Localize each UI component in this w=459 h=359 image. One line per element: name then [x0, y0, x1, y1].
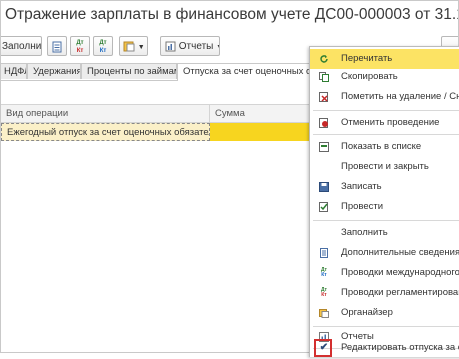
intl-entries-icon: Дт Кт — [320, 267, 327, 278]
tab-deductions[interactable]: Удержания — [27, 63, 81, 79]
chevron-down-icon: ▼ — [137, 44, 145, 51]
dtkt-reg-button[interactable]: Дт Кт — [70, 36, 90, 56]
menu-item-reg-entries[interactable]: ДтКт Проводки регламентированного учета — [310, 283, 459, 303]
menu-item-intl-entries[interactable]: ДтКт Проводки международного учета — [310, 263, 459, 283]
operation-cell[interactable]: Ежегодный отпуск за счет оценочных обяза… — [1, 123, 210, 141]
menu-item-fill[interactable]: Заполнить — [310, 223, 459, 243]
menu-item-post-and-close[interactable]: Провести и закрыть — [310, 157, 459, 177]
tab-vacation-reserves[interactable]: Отпуска за счет оценочных обязательств — [177, 63, 317, 81]
menu-separator — [313, 134, 459, 135]
column-header-operation[interactable]: Вид операции — [1, 105, 210, 122]
menu-item-copy[interactable]: Скопировать — [310, 67, 459, 87]
menu-item-save[interactable]: Записать — [310, 177, 459, 197]
menu-item-post[interactable]: Провести — [310, 197, 459, 217]
column-header-amount[interactable]: Сумма — [210, 105, 310, 122]
reports-label: Отчеты — [178, 41, 214, 52]
chevron-down-icon: ▼ — [216, 44, 219, 51]
checkmark-icon: ✔ — [319, 342, 329, 353]
tab-ndfl[interactable]: НДФЛ (4) — [1, 63, 27, 79]
menu-item-reread[interactable]: Перечитать — [310, 49, 459, 69]
organizer-dropdown-button[interactable]: ▼ — [119, 36, 148, 56]
menu-separator — [313, 220, 459, 221]
organizer-icon — [123, 41, 135, 52]
dtkt-icon: Дт Кт — [76, 40, 84, 54]
menu-separator — [313, 110, 459, 111]
menu-item-organizer[interactable]: Органайзер — [310, 303, 459, 323]
menu-item-show-in-list[interactable]: Показать в списке — [310, 137, 459, 157]
fill-button[interactable]: Заполнить — [1, 36, 42, 56]
reports-button[interactable]: Отчеты ▼ — [160, 36, 220, 56]
show-in-list-icon — [319, 142, 329, 152]
mark-delete-icon — [319, 92, 329, 102]
post-icon — [319, 202, 329, 212]
more-actions-menu: Перечитать Скопировать Пометить на удале… — [309, 46, 459, 357]
reports-icon — [165, 41, 176, 52]
additional-info-icon — [319, 248, 329, 258]
menu-item-additional-info[interactable]: Дополнительные сведения — [310, 243, 459, 263]
list-button[interactable] — [47, 36, 67, 56]
organizer-icon — [319, 308, 329, 318]
tab-loan-interest[interactable]: Проценты по займам — [81, 63, 177, 79]
menu-item-edit-vacation-reserves[interactable]: ✔ Редактировать отпуска за счет оценочны… — [310, 337, 459, 359]
reread-icon — [319, 54, 329, 64]
amount-cell[interactable] — [210, 123, 310, 141]
dtkt-icon: Дт Кт — [99, 40, 107, 54]
menu-item-mark-delete[interactable]: Пометить на удаление / Снять пометку — [310, 87, 459, 107]
copy-icon — [319, 72, 329, 82]
save-icon — [319, 182, 329, 192]
list-icon — [52, 41, 62, 53]
cancel-posting-icon — [319, 118, 329, 128]
dtkt-intl-button[interactable]: Дт Кт — [93, 36, 113, 56]
reg-entries-icon: Дт Кт — [320, 287, 327, 298]
menu-item-cancel-posting[interactable]: Отменить проведение — [310, 113, 459, 133]
window-title: Отражение зарплаты в финансовом учете ДС… — [5, 6, 458, 23]
